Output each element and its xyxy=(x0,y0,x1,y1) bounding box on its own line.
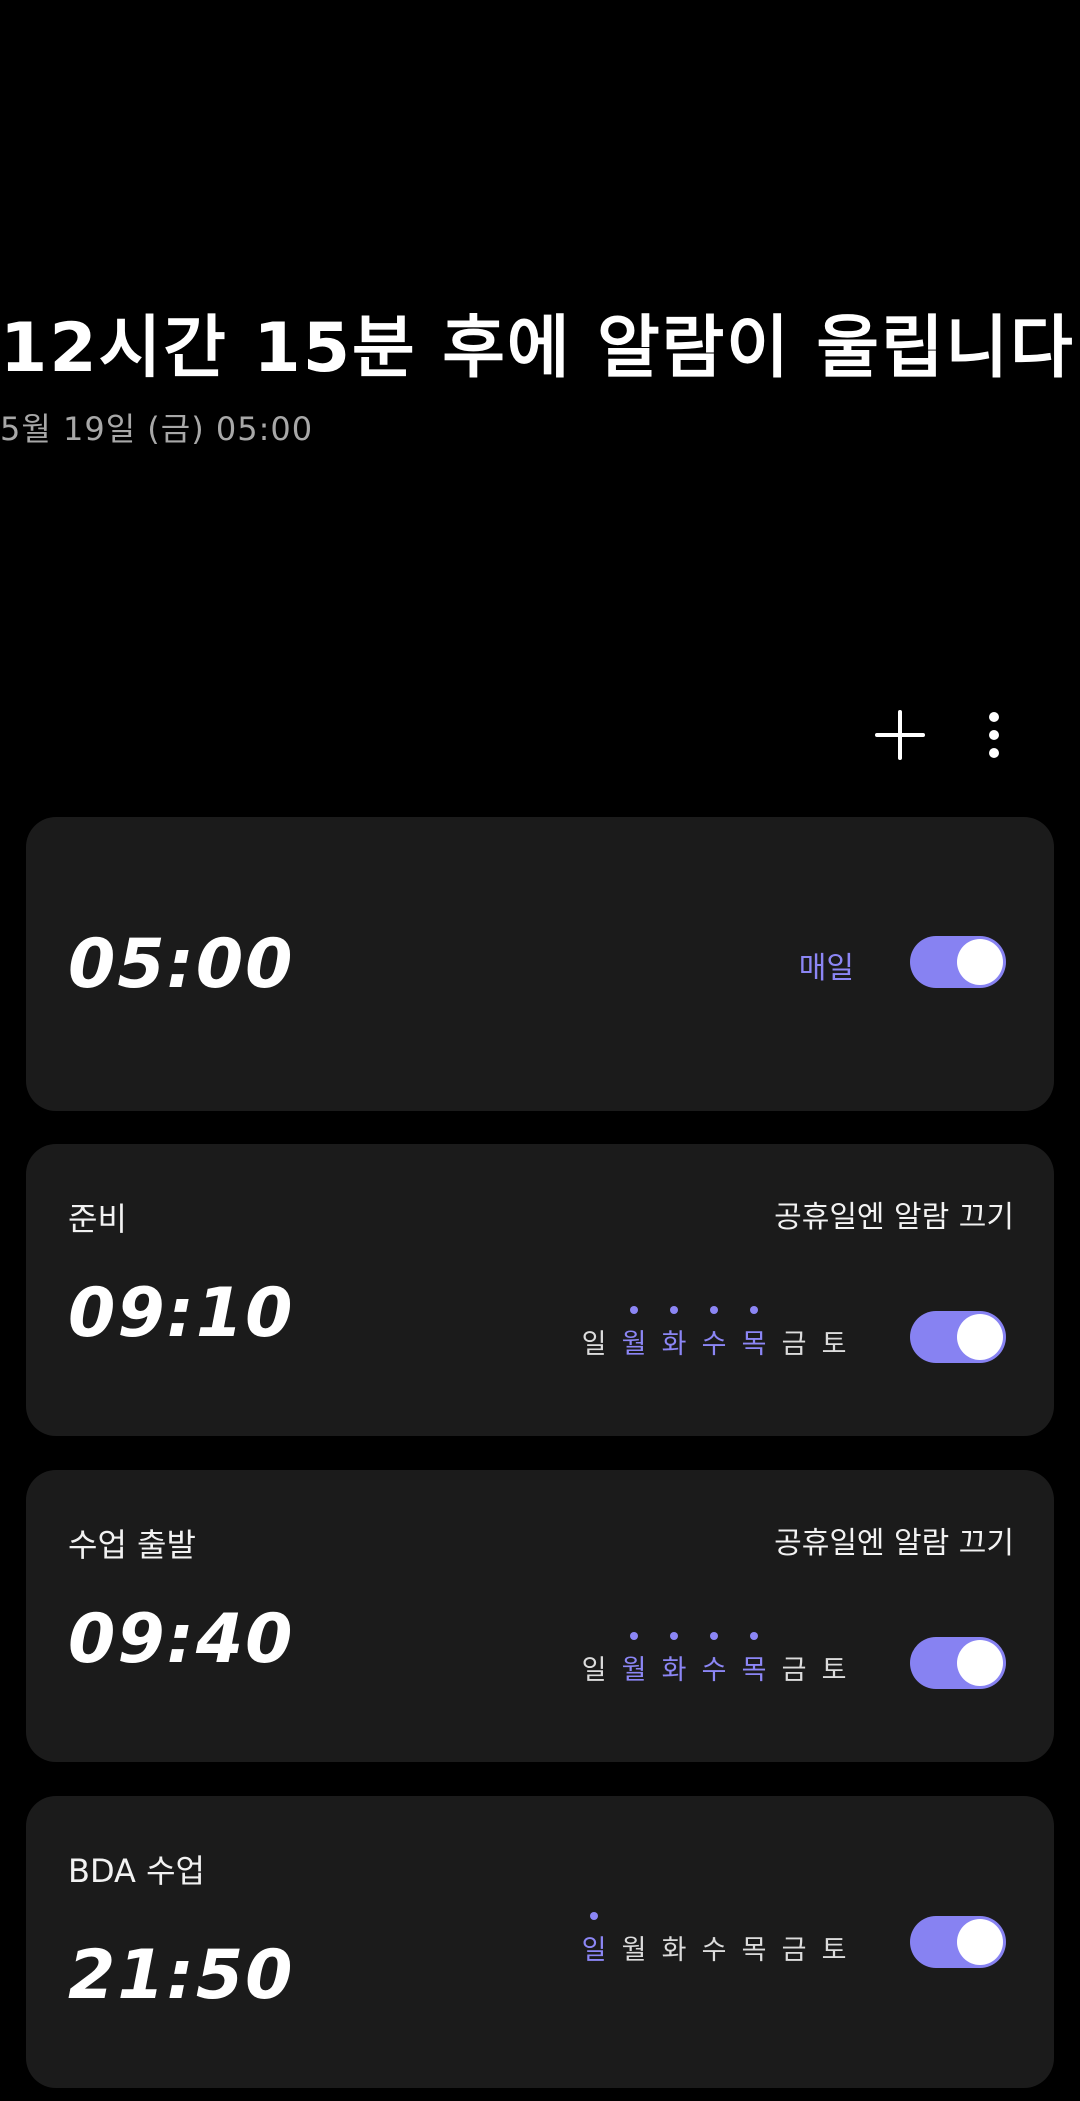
alarm-toggle[interactable] xyxy=(910,1916,1006,1968)
add-alarm-button[interactable] xyxy=(865,700,935,770)
day-tue: 화 xyxy=(661,1935,687,1966)
toggle-knob xyxy=(957,939,1003,985)
day-sun: 일 xyxy=(574,1912,614,1967)
holiday-off-text: 공휴일엔 알람 끄기 xyxy=(774,1200,1014,1235)
day-sat: 토 xyxy=(821,1329,847,1360)
next-alarm-headline: 12시간 15분 후에 알람이 울립니다 xyxy=(0,309,1075,388)
day-sat: 토 xyxy=(821,1935,847,1966)
day-wed: 수 xyxy=(694,1306,734,1361)
more-options-button[interactable] xyxy=(959,700,1029,770)
day-sun: 일 xyxy=(581,1329,607,1360)
day-wed: 수 xyxy=(694,1632,734,1687)
day-fri: 금 xyxy=(781,1935,807,1966)
toggle-knob xyxy=(957,1919,1003,1965)
alarm-toggle[interactable] xyxy=(910,1637,1006,1689)
alarm-label: 수업 출발 xyxy=(68,1526,196,1564)
alarm-toggle[interactable] xyxy=(910,1311,1006,1363)
alarm-card[interactable]: BDA 수업 21:50 일 월 화 수 목 금 토 xyxy=(26,1796,1054,2088)
day-mon: 월 xyxy=(614,1306,654,1361)
alarm-time: 09:40 xyxy=(68,1600,295,1679)
day-thu: 목 xyxy=(734,1632,774,1687)
alarm-label: BDA 수업 xyxy=(68,1852,205,1890)
day-mon: 월 xyxy=(614,1632,654,1687)
alarm-days: 일 월 화 수 목 금 토 xyxy=(574,1306,854,1361)
day-fri: 금 xyxy=(781,1329,807,1360)
day-fri: 금 xyxy=(781,1655,807,1686)
more-vertical-icon xyxy=(989,712,999,758)
alarm-days: 일 월 화 수 목 금 토 xyxy=(574,1632,854,1687)
plus-icon xyxy=(875,710,925,760)
day-sat: 토 xyxy=(821,1655,847,1686)
alarm-time: 09:10 xyxy=(68,1274,295,1353)
day-thu: 목 xyxy=(741,1935,767,1966)
toggle-knob xyxy=(957,1640,1003,1686)
alarm-days: 일 월 화 수 목 금 토 xyxy=(574,1912,854,1967)
day-sun: 일 xyxy=(581,1655,607,1686)
toggle-knob xyxy=(957,1314,1003,1360)
day-tue: 화 xyxy=(654,1306,694,1361)
day-mon: 월 xyxy=(621,1935,647,1966)
next-alarm-datetime: 5월 19일 (금) 05:00 xyxy=(0,410,314,448)
alarm-time: 21:50 xyxy=(68,1936,295,2015)
alarm-card[interactable]: 수업 출발 공휴일엔 알람 끄기 09:40 일 월 화 수 목 금 토 xyxy=(26,1470,1054,1762)
alarm-card[interactable]: 준비 공휴일엔 알람 끄기 09:10 일 월 화 수 목 금 토 xyxy=(26,1144,1054,1436)
day-tue: 화 xyxy=(654,1632,694,1687)
day-wed: 수 xyxy=(701,1935,727,1966)
holiday-off-text: 공휴일엔 알람 끄기 xyxy=(774,1526,1014,1561)
alarm-time: 05:00 xyxy=(68,925,295,1004)
alarm-repeat-text: 매일 xyxy=(798,951,854,986)
alarm-card[interactable]: 05:00 매일 xyxy=(26,817,1054,1111)
alarm-label: 준비 xyxy=(68,1200,127,1238)
day-thu: 목 xyxy=(734,1306,774,1361)
alarm-toggle[interactable] xyxy=(910,936,1006,988)
